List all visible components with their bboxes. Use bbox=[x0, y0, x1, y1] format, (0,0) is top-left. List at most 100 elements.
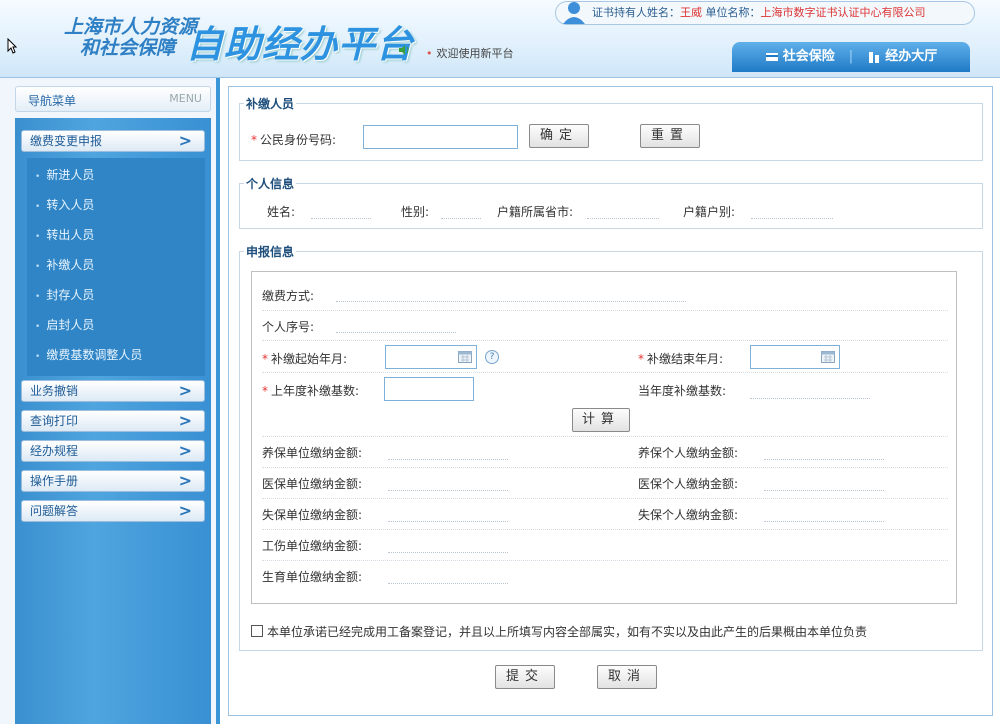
bullet-icon: • bbox=[35, 232, 41, 242]
person-seq-value bbox=[336, 332, 456, 333]
menu-panel: 缴费变更申报 > • 新进人员 • 转入人员 • 转出人员 • 补缴人员 • 封存人员 •… bbox=[15, 118, 211, 724]
sidebar: 导航菜单 MENU 缴费变更申报 > • 新进人员 • 转入人员 • 转出人员 • 补缴… bbox=[0, 78, 220, 724]
bullet-icon: • bbox=[35, 262, 41, 272]
end-month-label: * 补缴结束年月: bbox=[638, 352, 724, 366]
gender-value bbox=[441, 218, 481, 219]
nav-service-hall[interactable]: 经办大厅 bbox=[867, 42, 937, 72]
required-marker: * bbox=[262, 352, 268, 366]
calculate-button[interactable]: 计算 bbox=[572, 408, 630, 432]
menu-group-cancel[interactable]: 业务撤销 > bbox=[21, 380, 205, 402]
hukou-province-value bbox=[587, 218, 659, 219]
section-personal-info: 个人信息 bbox=[239, 175, 983, 229]
medical-unit-value bbox=[388, 490, 508, 491]
hukou-type-value bbox=[751, 218, 833, 219]
commitment-checkbox[interactable] bbox=[251, 625, 263, 637]
mouse-cursor-icon bbox=[7, 38, 17, 54]
bullet-icon: • bbox=[35, 202, 41, 212]
hukou-type-label: 户籍户别: bbox=[683, 205, 736, 219]
row-divider bbox=[262, 467, 948, 468]
row-divider bbox=[262, 372, 948, 373]
person-seq-label: 个人序号: bbox=[262, 320, 315, 334]
building-icon bbox=[869, 52, 880, 63]
unit-label: 单位名称： bbox=[702, 6, 761, 19]
bullet-icon: • bbox=[35, 292, 41, 302]
menu-en-label: MENU bbox=[169, 92, 202, 105]
end-month-input[interactable] bbox=[750, 345, 840, 369]
reset-button[interactable]: 重置 bbox=[640, 124, 700, 148]
section-title: 个人信息 bbox=[246, 177, 295, 191]
help-icon[interactable]: ? bbox=[485, 350, 499, 364]
row-divider bbox=[262, 310, 948, 311]
submit-button[interactable]: 提交 bbox=[495, 665, 555, 689]
start-month-input[interactable] bbox=[385, 345, 477, 369]
calendar-icon[interactable] bbox=[821, 351, 835, 363]
pension-unit-label: 养保单位缴纳金额: bbox=[262, 446, 363, 460]
nav-label: 经办大厅 bbox=[885, 49, 938, 64]
commitment-text: 本单位承诺已经完成用工备案登记，并且以上所填写内容全部属实，如有不实以及由此产生… bbox=[267, 625, 868, 639]
medical-unit-label: 医保单位缴纳金额: bbox=[262, 477, 363, 491]
user-label: 证书持有人姓名： bbox=[592, 6, 680, 19]
chevron-right-icon: > bbox=[178, 381, 192, 400]
nav-social-insurance[interactable]: 社会保险 bbox=[765, 42, 835, 72]
row-divider bbox=[262, 560, 948, 561]
unemployment-unit-label: 失保单位缴纳金额: bbox=[262, 508, 363, 522]
hukou-province-label: 户籍所属省市: bbox=[497, 205, 574, 219]
bullet-icon: • bbox=[35, 322, 41, 332]
submenu-item-back-payment[interactable]: • 补缴人员 bbox=[35, 256, 94, 273]
menu-group-query-print[interactable]: 查询打印 > bbox=[21, 410, 205, 432]
chevron-right-icon: > bbox=[178, 411, 192, 430]
submenu-item-unseal[interactable]: • 启封人员 bbox=[35, 316, 94, 333]
calendar-icon[interactable] bbox=[458, 351, 472, 363]
maternity-unit-value bbox=[388, 583, 508, 584]
chevron-right-icon: > bbox=[178, 471, 192, 490]
unemployment-person-label: 失保个人缴纳金额: bbox=[638, 508, 739, 522]
section-title: 申报信息 bbox=[246, 245, 295, 259]
pension-person-label: 养保个人缴纳金额: bbox=[638, 446, 739, 460]
menu-group-manual[interactable]: 操作手册 > bbox=[21, 470, 205, 492]
name-value bbox=[311, 218, 371, 219]
submenu-item-transfer-out[interactable]: • 转出人员 bbox=[35, 226, 94, 243]
name-label: 姓名: bbox=[267, 205, 296, 219]
row-divider bbox=[262, 529, 948, 530]
chevron-right-icon: > bbox=[178, 501, 192, 520]
required-marker: * bbox=[638, 352, 644, 366]
welcome-text: • 欢迎使用新平台 bbox=[426, 47, 514, 60]
speaker-icon bbox=[399, 45, 409, 55]
menu-title: 导航菜单 bbox=[28, 94, 77, 108]
menu-header: 导航菜单 MENU bbox=[15, 86, 211, 112]
main-content: 补缴人员 * 公民身份号码: 确定 重置 个人信息 姓名: 性别: 户籍所属省市:… bbox=[228, 86, 993, 716]
submenu-item-transfer-in[interactable]: • 转入人员 bbox=[35, 196, 94, 213]
submenu-item-seal[interactable]: • 封存人员 bbox=[35, 286, 94, 303]
user-info-bar: 证书持有人姓名：王威 单位名称：上海市数字证书认证中心有限公司 bbox=[555, 1, 975, 25]
chevron-right-icon: > bbox=[178, 131, 192, 150]
logo-main: 自助经办平台 bbox=[186, 23, 414, 66]
gender-label: 性别: bbox=[401, 205, 430, 219]
medical-person-value bbox=[764, 490, 884, 491]
row-divider bbox=[262, 498, 948, 499]
unemployment-unit-value bbox=[388, 521, 508, 522]
last-year-base-input[interactable] bbox=[384, 377, 474, 401]
pension-unit-value bbox=[388, 459, 508, 460]
confirm-button[interactable]: 确定 bbox=[529, 124, 589, 148]
medical-person-label: 医保个人缴纳金额: bbox=[638, 477, 739, 491]
required-marker: * bbox=[262, 384, 268, 398]
id-number-input[interactable] bbox=[363, 125, 518, 149]
injury-unit-label: 工伤单位缴纳金额: bbox=[262, 539, 363, 553]
top-nav: 社会保险 | 经办大厅 bbox=[732, 42, 970, 72]
menu-group-rules[interactable]: 经办规程 > bbox=[21, 440, 205, 462]
submenu-item-base-adjust[interactable]: • 缴费基数调整人员 bbox=[35, 346, 142, 363]
pay-mode-label: 缴费方式: bbox=[262, 289, 315, 303]
this-year-base-label: 当年度补缴基数: bbox=[638, 384, 727, 398]
injury-unit-value bbox=[388, 552, 508, 553]
submenu-item-new-staff[interactable]: • 新进人员 bbox=[35, 166, 94, 183]
pay-mode-value bbox=[336, 301, 686, 302]
user-name: 王威 bbox=[680, 6, 702, 19]
declaration-table: 缴费方式: 个人序号: * 补缴起始年月: ? * 补缴结束年月: * 上年度补缴基数… bbox=[251, 271, 957, 604]
menu-group-faq[interactable]: 问题解答 > bbox=[21, 500, 205, 522]
section-back-payment-person: 补缴人员 bbox=[239, 95, 983, 161]
menu-group-label: 缴费变更申报 bbox=[30, 134, 103, 148]
menu-group-payment-change[interactable]: 缴费变更申报 > bbox=[21, 130, 205, 152]
submenu: • 新进人员 • 转入人员 • 转出人员 • 补缴人员 • 封存人员 • 启封人员 • 缴费基… bbox=[27, 158, 205, 376]
cancel-button[interactable]: 取消 bbox=[597, 665, 657, 689]
unemployment-person-value bbox=[764, 521, 884, 522]
